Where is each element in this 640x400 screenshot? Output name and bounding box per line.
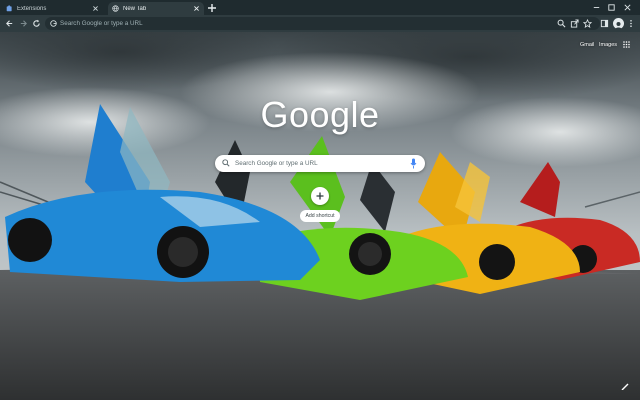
maximize-icon[interactable] xyxy=(607,3,616,12)
google-g-icon xyxy=(50,20,57,27)
add-shortcut-tile[interactable]: Add shortcut xyxy=(300,187,340,231)
profile-avatar[interactable] xyxy=(613,18,624,30)
address-bar-placeholder: Search Google or type a URL xyxy=(60,20,143,27)
logo-text: Google xyxy=(260,94,380,135)
tab-strip: Extensions New Tab xyxy=(0,0,640,15)
reload-icon[interactable] xyxy=(32,19,41,28)
gmail-link[interactable]: Gmail xyxy=(580,42,594,48)
forward-icon[interactable] xyxy=(19,19,28,28)
add-shortcut-label: Add shortcut xyxy=(300,210,340,222)
person-icon xyxy=(615,22,622,30)
tab-new-tab[interactable]: New Tab xyxy=(108,2,204,15)
ntp-search-box[interactable]: Search Google or type a URL xyxy=(215,155,425,172)
mic-icon[interactable] xyxy=(410,158,417,169)
side-panel-icon[interactable] xyxy=(600,19,609,28)
search-placeholder: Search Google or type a URL xyxy=(235,160,318,167)
back-icon[interactable] xyxy=(5,19,14,28)
new-tab-page: Gmail Images Google Search Google or typ… xyxy=(0,32,640,400)
search-icon xyxy=(222,159,230,167)
google-logo: Google xyxy=(0,94,640,136)
menu-icon[interactable] xyxy=(628,19,634,28)
images-link[interactable]: Images xyxy=(599,42,617,48)
globe-icon xyxy=(112,5,119,12)
tab-label: New Tab xyxy=(123,5,147,12)
plus-icon xyxy=(316,192,324,200)
address-bar[interactable]: Search Google or type a URL xyxy=(45,17,600,30)
zoom-icon[interactable] xyxy=(557,19,566,28)
window-close-icon[interactable] xyxy=(623,3,632,12)
puzzle-icon xyxy=(6,5,12,12)
minimize-icon[interactable] xyxy=(592,3,601,12)
share-icon[interactable] xyxy=(570,19,579,28)
add-shortcut-button[interactable] xyxy=(311,187,329,205)
bookmark-star-icon[interactable] xyxy=(583,19,592,28)
toolbar: Search Google or type a URL xyxy=(0,15,640,32)
apps-grid-icon[interactable] xyxy=(623,41,630,48)
close-icon[interactable] xyxy=(193,5,200,12)
close-icon[interactable] xyxy=(92,5,99,12)
customize-pencil-icon[interactable] xyxy=(620,381,630,391)
tab-label: Extensions xyxy=(17,5,47,12)
tab-extensions[interactable]: Extensions xyxy=(2,2,103,15)
new-tab-plus-icon[interactable] xyxy=(207,3,217,13)
